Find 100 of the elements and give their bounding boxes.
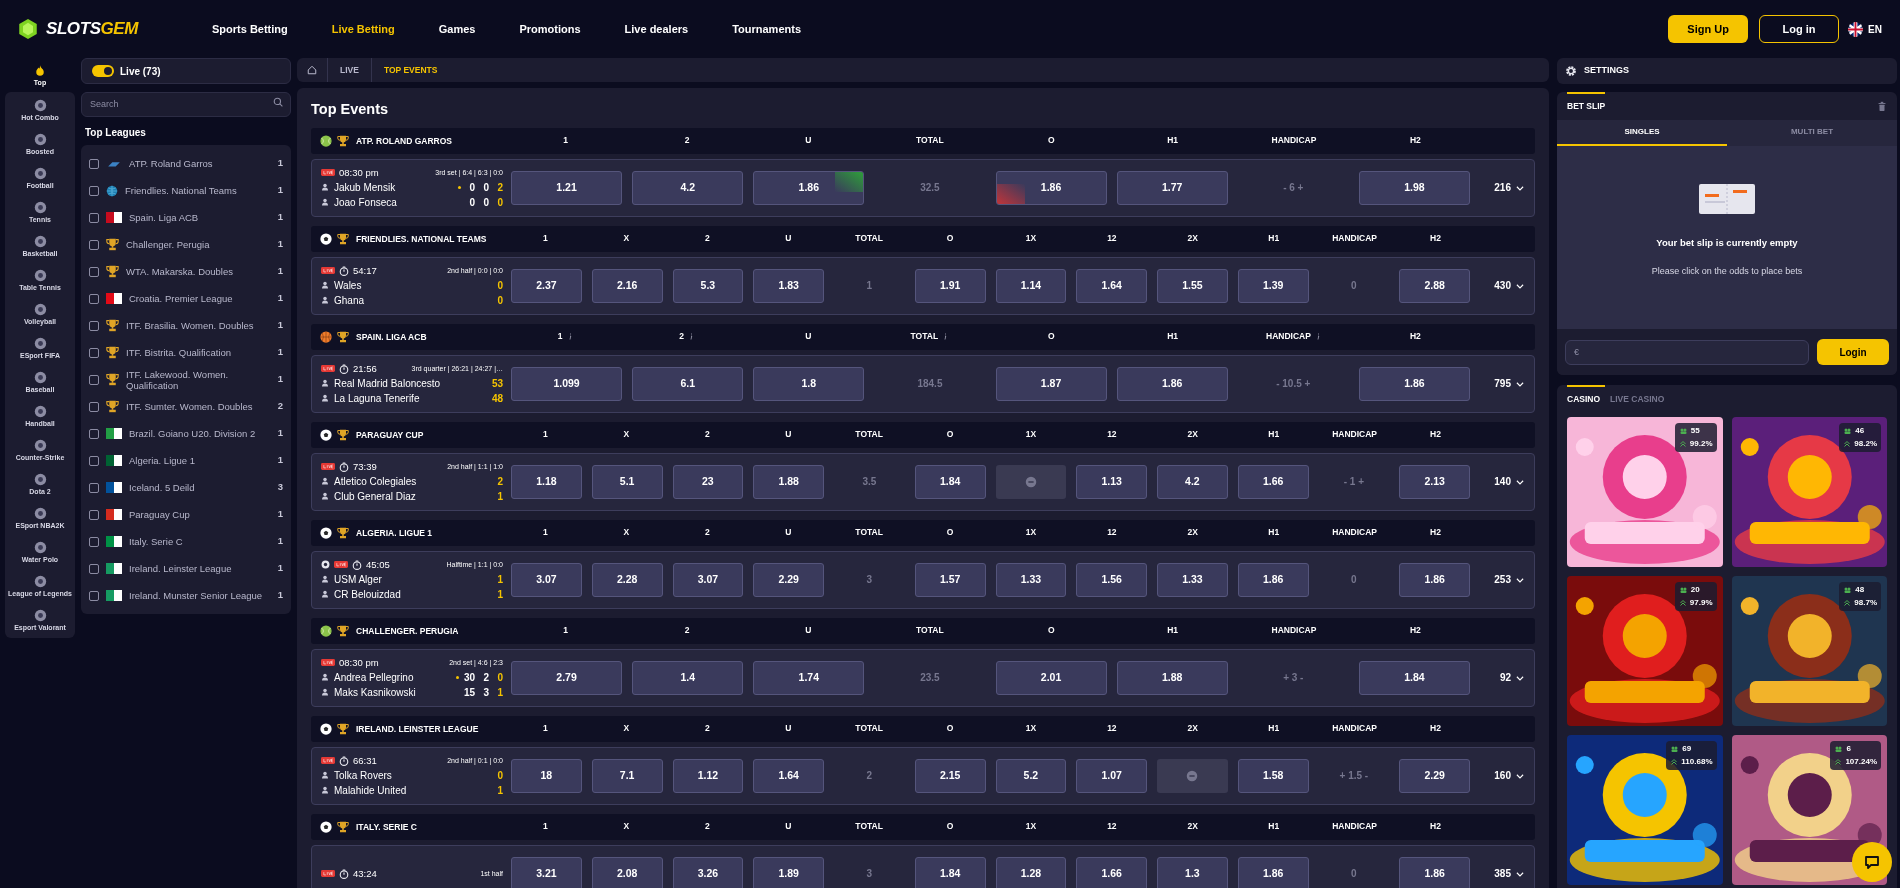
league-title[interactable]: FRIENDLIES. NATIONAL TEAMS <box>356 233 487 244</box>
odds-button[interactable]: 6.1 <box>632 366 744 401</box>
checkbox[interactable] <box>89 266 99 277</box>
odds-button[interactable]: 1.55 <box>1157 268 1228 303</box>
odds-button[interactable]: 1.86 <box>1399 856 1470 888</box>
odds-button[interactable]: 5.2 <box>995 758 1067 793</box>
league-link[interactable]: WTA. Makarska. Doubles <box>126 266 271 277</box>
odds-button[interactable]: 1.4 <box>632 660 744 695</box>
league-title[interactable]: ALGERIA. LIGUE 1 <box>356 527 433 538</box>
odds-button[interactable]: 1.74 <box>753 660 865 695</box>
odds-button[interactable]: 1.84 <box>1358 660 1470 695</box>
more-markets-button[interactable]: 92 <box>1470 670 1525 686</box>
odds-button[interactable]: 2.37 <box>511 268 582 303</box>
game-tile[interactable]: 46 98.2% <box>1731 417 1887 567</box>
checkbox[interactable] <box>89 428 99 439</box>
more-markets-button[interactable]: 140 <box>1470 474 1525 490</box>
odds-button[interactable]: 1.66 <box>1237 464 1309 499</box>
breadcrumb-link[interactable]: LIVE <box>328 63 371 77</box>
language-label[interactable]: EN <box>1868 21 1882 37</box>
login-button[interactable]: Login <box>1817 339 1889 365</box>
odds-button[interactable]: 1.98 <box>1358 170 1470 205</box>
nav-link[interactable]: Games <box>438 20 476 38</box>
checkbox[interactable] <box>89 563 99 574</box>
odds-button[interactable]: 3.07 <box>672 562 744 597</box>
more-markets-button[interactable]: 253 <box>1470 572 1525 588</box>
league-title[interactable]: CHALLENGER. PERUGIA <box>356 625 459 636</box>
odds-button[interactable]: 1.13 <box>1076 464 1147 499</box>
checkbox[interactable] <box>89 347 99 358</box>
odds-button[interactable]: 4.2 <box>1157 464 1228 499</box>
more-markets-button[interactable]: 795 <box>1470 376 1525 392</box>
league-title[interactable]: PARAGUAY CUP <box>356 429 424 440</box>
odds-button[interactable]: 2.13 <box>1399 464 1470 499</box>
odds-button[interactable]: 1.86 <box>1116 366 1228 401</box>
odds-button[interactable]: 3.26 <box>672 856 744 888</box>
odds-button[interactable]: 3.21 <box>511 856 582 888</box>
odds-button[interactable]: 1.88 <box>1116 660 1228 695</box>
odds-button[interactable]: 2.15 <box>914 758 986 793</box>
league-link[interactable]: ITF. Lakewood. Women. Qualification <box>126 368 271 391</box>
odds-button[interactable]: 5.1 <box>591 464 663 499</box>
live-toggle[interactable] <box>92 65 114 77</box>
league-link[interactable]: ITF. Bistrita. Qualification <box>126 347 271 358</box>
league-link[interactable]: Spain. Liga ACB <box>129 212 271 223</box>
checkbox[interactable] <box>89 320 99 331</box>
odds-button[interactable]: 1.58 <box>1237 758 1309 793</box>
odds-button[interactable]: 1.64 <box>1076 268 1147 303</box>
nav-link[interactable]: Live Betting <box>331 20 395 38</box>
odds-button[interactable]: 1.86 <box>1399 562 1470 597</box>
odds-button[interactable]: 2.08 <box>591 856 663 888</box>
league-link[interactable]: ITF. Brasilia. Women. Doubles <box>126 320 271 331</box>
more-markets-button[interactable]: 430 <box>1470 278 1525 294</box>
odds-button[interactable]: 1.91 <box>914 268 986 303</box>
checkbox[interactable] <box>89 293 99 304</box>
odds-button[interactable]: 1.14 <box>995 268 1067 303</box>
odds-button[interactable]: 1.84 <box>914 856 986 888</box>
odds-button[interactable]: 1.8 <box>753 366 865 401</box>
checkbox[interactable] <box>89 536 99 547</box>
odds-button[interactable]: 1.64 <box>753 758 824 793</box>
checkbox[interactable] <box>89 239 99 250</box>
bet-slip-tab[interactable]: MULTI BET <box>1727 120 1897 146</box>
odds-button[interactable]: 1.33 <box>995 562 1067 597</box>
nav-link[interactable]: Promotions <box>519 20 581 38</box>
league-link[interactable]: ITF. Sumter. Women. Doubles <box>126 401 271 412</box>
odds-button[interactable]: 1.28 <box>995 856 1067 888</box>
league-title[interactable]: SPAIN. LIGA ACB <box>356 331 427 342</box>
odds-button[interactable]: 1.56 <box>1076 562 1147 597</box>
more-markets-button[interactable]: 160 <box>1470 768 1525 784</box>
checkbox[interactable] <box>89 509 99 520</box>
odds-button[interactable]: 1.89 <box>753 856 824 888</box>
game-tile[interactable]: 6 107.24% <box>1731 735 1887 885</box>
game-tile[interactable]: 69 110.68% <box>1567 735 1723 885</box>
odds-button[interactable]: 1.86 <box>1237 856 1309 888</box>
search-field[interactable]: Search <box>81 91 291 117</box>
odds-button[interactable]: 1.83 <box>753 268 824 303</box>
odds-button[interactable]: 2.01 <box>995 660 1107 695</box>
league-link[interactable]: ATP. Roland Garros <box>129 158 271 169</box>
odds-button[interactable]: 1.88 <box>753 464 824 499</box>
odds-button[interactable]: 1.12 <box>672 758 744 793</box>
checkbox[interactable] <box>89 374 99 385</box>
checkbox[interactable] <box>89 455 99 466</box>
odds-button[interactable]: 2.28 <box>591 562 663 597</box>
odds-button[interactable]: 1.86 <box>1237 562 1309 597</box>
nav-link[interactable]: Live dealers <box>624 20 689 38</box>
league-link[interactable]: Croatia. Premier League <box>129 293 271 304</box>
nav-link[interactable]: Sports Betting <box>212 20 288 38</box>
casino-tab[interactable]: CASINO <box>1567 392 1601 406</box>
league-link[interactable]: Ireland. Leinster League <box>129 563 271 574</box>
odds-button[interactable]: 1.099 <box>511 366 623 401</box>
odds-button[interactable]: 5.3 <box>672 268 744 303</box>
odds-button[interactable]: 1.86 <box>753 170 865 205</box>
odds-button[interactable]: 1.86 <box>1358 366 1470 401</box>
more-markets-button[interactable]: 216 <box>1470 180 1525 196</box>
odds-button[interactable]: 1.66 <box>1076 856 1147 888</box>
odds-button[interactable]: 1.57 <box>914 562 986 597</box>
odds-button[interactable]: 1.07 <box>1076 758 1147 793</box>
league-link[interactable]: Iceland. 5 Deild <box>129 482 271 493</box>
odds-button[interactable]: 1.84 <box>914 464 986 499</box>
game-tile[interactable]: 20 97.9% <box>1567 576 1723 726</box>
nav-link[interactable]: Tournaments <box>732 20 801 38</box>
stake-field[interactable]: € <box>1565 339 1809 365</box>
odds-button[interactable]: 1.86 <box>995 170 1107 205</box>
